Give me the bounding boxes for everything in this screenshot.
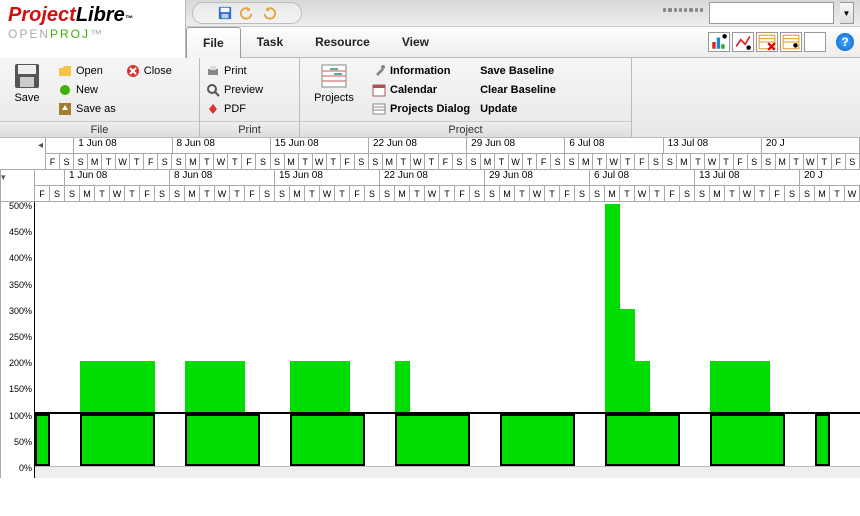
print-button[interactable]: Print [206,62,263,80]
chart-y-axis: 0%50%100%150%200%250%300%350%400%450%500… [1,202,35,478]
projects-dialog-button[interactable]: Projects Dialog [372,100,470,118]
timeline-overview: ◂ 1 Jun 088 Jun 0815 Jun 0822 Jun 0829 J… [0,138,860,170]
tab-resource[interactable]: Resource [299,27,386,57]
search-dropdown-button[interactable]: ▼ [840,2,854,24]
week-label: 20 J [762,138,860,153]
tab-task[interactable]: Task [241,27,299,57]
chart-scroll-down-icon[interactable]: ▾ [1,172,6,183]
horizontal-scrollbar[interactable] [35,466,860,478]
week-label: 29 Jun 08 [467,138,565,153]
ribbon-group-project-label: Project [300,121,631,137]
close-icon [126,64,140,78]
projects-button[interactable]: Projects [306,62,362,104]
week-label: 13 Jul 08 [664,138,762,153]
new-button[interactable]: New [58,81,116,99]
tab-view[interactable]: View [386,27,445,57]
close-button[interactable]: Close [126,62,172,80]
undo-icon[interactable] [240,6,254,20]
week-label: 29 Jun 08 [485,170,590,185]
pdf-icon [206,102,220,116]
view-report-x-icon[interactable] [756,32,778,52]
week-label: 1 Jun 08 [74,138,172,153]
folder-open-icon [58,64,72,78]
save-baseline-button[interactable]: Save Baseline [480,62,556,80]
week-label: 22 Jun 08 [369,138,467,153]
view-report-person-icon[interactable] [780,32,802,52]
view-chart-usage-icon[interactable] [732,32,754,52]
view-histogram-icon[interactable] [708,32,730,52]
week-label: 8 Jun 08 [170,170,275,185]
information-button[interactable]: Information [372,62,470,80]
week-label: 15 Jun 08 [275,170,380,185]
app-logo: ProjectLibre™ OPENPROJ™ [0,0,186,58]
week-label: 13 Jul 08 [695,170,800,185]
dialog-icon [372,102,386,116]
ribbon-group-file-label: File [0,121,199,137]
save-button[interactable]: Save [6,62,48,104]
wrench-icon [372,64,386,78]
help-icon[interactable]: ? [836,33,854,51]
save-icon[interactable] [218,6,232,20]
week-label: 1 Jun 08 [65,170,170,185]
printer-icon [206,64,220,78]
search-input[interactable] [709,2,834,24]
week-label: 6 Jul 08 [565,138,663,153]
open-button[interactable]: Open [58,62,116,80]
redo-icon[interactable] [262,6,276,20]
clear-baseline-button[interactable]: Clear Baseline [480,81,556,99]
pdf-button[interactable]: PDF [206,100,263,118]
histogram-plot: ▴▾ [35,202,860,478]
new-doc-icon [58,83,72,97]
calendar-button[interactable]: Calendar [372,81,470,99]
week-label: 8 Jun 08 [173,138,271,153]
preview-button[interactable]: Preview [206,81,263,99]
week-label: 15 Jun 08 [271,138,369,153]
timeline-scroll-left-icon[interactable]: ◂ [38,140,43,151]
save-as-icon [58,102,72,116]
view-blank-icon[interactable] [804,32,826,52]
week-label: 22 Jun 08 [380,170,485,185]
quick-access-toolbar [192,2,302,24]
magnifier-icon [206,83,220,97]
week-label: 20 J [800,170,860,185]
tab-file[interactable]: File [186,27,241,58]
week-label: 6 Jul 08 [590,170,695,185]
ribbon-group-print-label: Print [200,121,299,137]
calendar-icon [372,83,386,97]
grip-dots-icon [663,8,703,18]
save-as-button[interactable]: Save as [58,100,116,118]
update-button[interactable]: Update [480,100,556,118]
